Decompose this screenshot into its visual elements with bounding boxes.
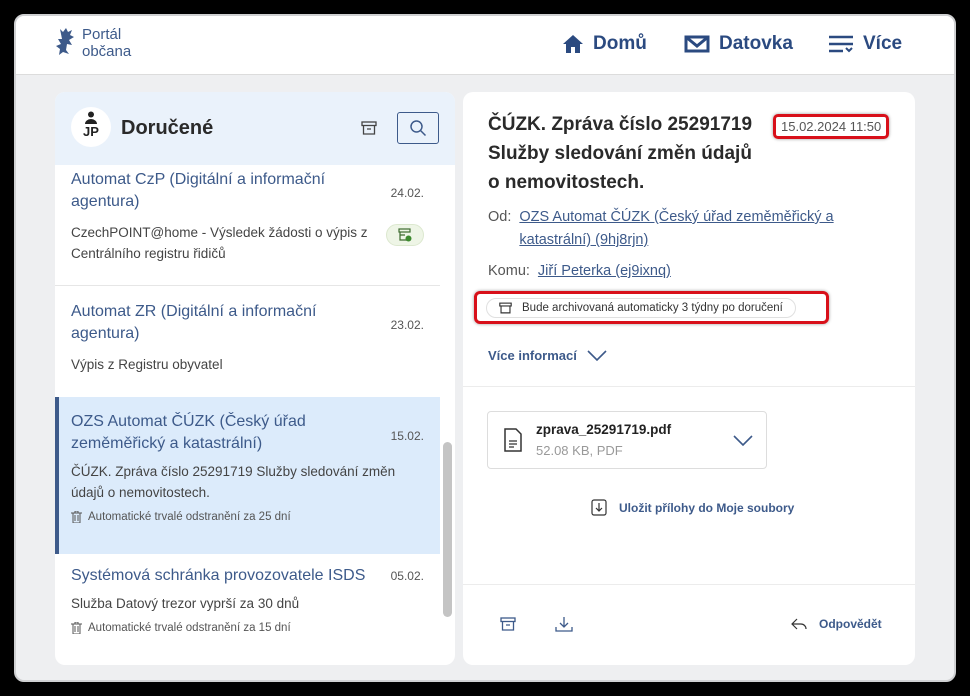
- to-row: Komu: Jiří Peterka (ej9ixnq): [488, 260, 671, 283]
- avatar-initials: JP: [83, 124, 99, 139]
- archive-icon[interactable]: [361, 121, 377, 135]
- archive-notice-highlight: Bude archivovaná automaticky 3 týdny po …: [474, 291, 829, 324]
- scrollbar[interactable]: [443, 442, 452, 617]
- archive-icon[interactable]: [500, 617, 516, 631]
- item-date: 05.02.: [390, 569, 424, 583]
- archived-check-icon: [386, 224, 424, 246]
- message-list-item-selected[interactable]: OZS Automat ČÚZK (Český úřad zeměměřický…: [55, 397, 440, 554]
- attachment-card[interactable]: zprava_25291719.pdf 52.08 KB, PDF: [487, 411, 767, 469]
- trash-icon: [71, 622, 82, 634]
- nav-home-label: Domů: [593, 33, 647, 54]
- item-sender: Automat CzP (Digitální a informační agen…: [71, 171, 326, 210]
- logo-line1: Portál: [82, 26, 122, 43]
- trash-icon: [71, 511, 82, 523]
- reply-icon: [791, 618, 807, 630]
- save-attachments-button[interactable]: Uložit přílohy do Moje soubory: [591, 499, 794, 516]
- message-title: ČÚZK. Zpráva číslo 25291719 Služby sledo…: [488, 114, 753, 193]
- recipient-link[interactable]: Jiří Peterka (ej9ixnq): [538, 260, 671, 283]
- attachment-name: zprava_25291719.pdf: [536, 422, 672, 437]
- chevron-down-icon: [587, 350, 607, 361]
- document-icon: [504, 428, 522, 452]
- message-detail: ČÚZK. Zpráva číslo 25291719 Služby sledo…: [463, 92, 915, 665]
- deletion-notice: Automatické trvalé odstranění za 15 dní: [71, 622, 424, 634]
- search-icon: [410, 120, 427, 137]
- item-sender: Automat ZR (Digitální a informační agent…: [71, 303, 317, 342]
- chevron-down-icon[interactable]: [733, 435, 753, 446]
- lion-emblem-icon: [54, 26, 78, 60]
- avatar[interactable]: JP: [71, 107, 111, 147]
- inbox-title: Doručené: [121, 117, 214, 139]
- nav-more-label: Více: [863, 33, 903, 54]
- item-date: 24.02.: [390, 186, 424, 200]
- logo-line2: občana: [82, 43, 132, 60]
- deletion-notice: Automatické trvalé odstranění za 25 dní: [71, 511, 424, 523]
- archive-icon: [499, 302, 512, 314]
- nav-home[interactable]: Domů: [562, 33, 647, 55]
- nav-more[interactable]: Více: [828, 33, 902, 55]
- item-sender: OZS Automat ČÚZK (Český úřad zeměměřický…: [71, 413, 306, 452]
- nav-datovka[interactable]: Datovka: [684, 33, 793, 55]
- inbox-header: JP Doručené: [55, 92, 455, 165]
- sender-link[interactable]: OZS Automat ČÚZK (Český úřad zeměměřický…: [519, 206, 879, 252]
- item-subject: Výpis z Registru obyvatel: [71, 357, 223, 372]
- portal-logo[interactable]: Portál občana: [54, 26, 131, 60]
- item-date: 23.02.: [390, 318, 424, 332]
- nav-datovka-label: Datovka: [719, 33, 793, 54]
- save-to-folder-icon: [591, 499, 607, 516]
- from-row: Od: OZS Automat ČÚZK (Český úřad zeměměři…: [488, 206, 879, 252]
- reply-button[interactable]: Odpovědět: [791, 617, 882, 631]
- app-window: Portál občana Domů Datovka Více JP Doruče…: [14, 14, 956, 682]
- attachment-info: 52.08 KB, PDF: [536, 443, 623, 458]
- download-icon[interactable]: [555, 616, 573, 632]
- to-label: Komu:: [488, 263, 530, 279]
- item-date: 15.02.: [390, 429, 424, 443]
- divider: [463, 386, 915, 387]
- from-label: Od:: [488, 209, 512, 225]
- message-list-item[interactable]: Automat ZR (Digitální a informační agent…: [55, 301, 440, 397]
- menu-icon: [828, 34, 854, 54]
- top-header: Portál občana Domů Datovka Více: [16, 16, 954, 75]
- item-subject: Služba Datový trezor vyprší za 30 dnů: [71, 596, 300, 611]
- mail-icon: [684, 35, 710, 53]
- inbox-panel: JP Doručené Automat CzP (Digitální a inf…: [55, 92, 455, 665]
- home-icon: [562, 34, 584, 54]
- message-list-item[interactable]: Systémová schránka provozovatele ISDS 05…: [55, 565, 440, 665]
- user-icon: [85, 111, 97, 124]
- message-timestamp: 15.02.2024 11:50: [773, 114, 890, 139]
- more-info-toggle[interactable]: Více informací: [488, 348, 607, 363]
- item-subject: CzechPOINT@home - Výsledek žádosti o výp…: [71, 225, 368, 261]
- item-subject: ČÚZK. Zpráva číslo 25291719 Služby sledo…: [71, 464, 396, 500]
- archive-notice: Bude archivovaná automaticky 3 týdny po …: [486, 298, 796, 318]
- divider: [463, 584, 915, 585]
- search-button[interactable]: [397, 112, 439, 144]
- message-list-item[interactable]: Automat CzP (Digitální a informační agen…: [55, 169, 440, 286]
- item-sender: Systémová schránka provozovatele ISDS: [71, 567, 366, 584]
